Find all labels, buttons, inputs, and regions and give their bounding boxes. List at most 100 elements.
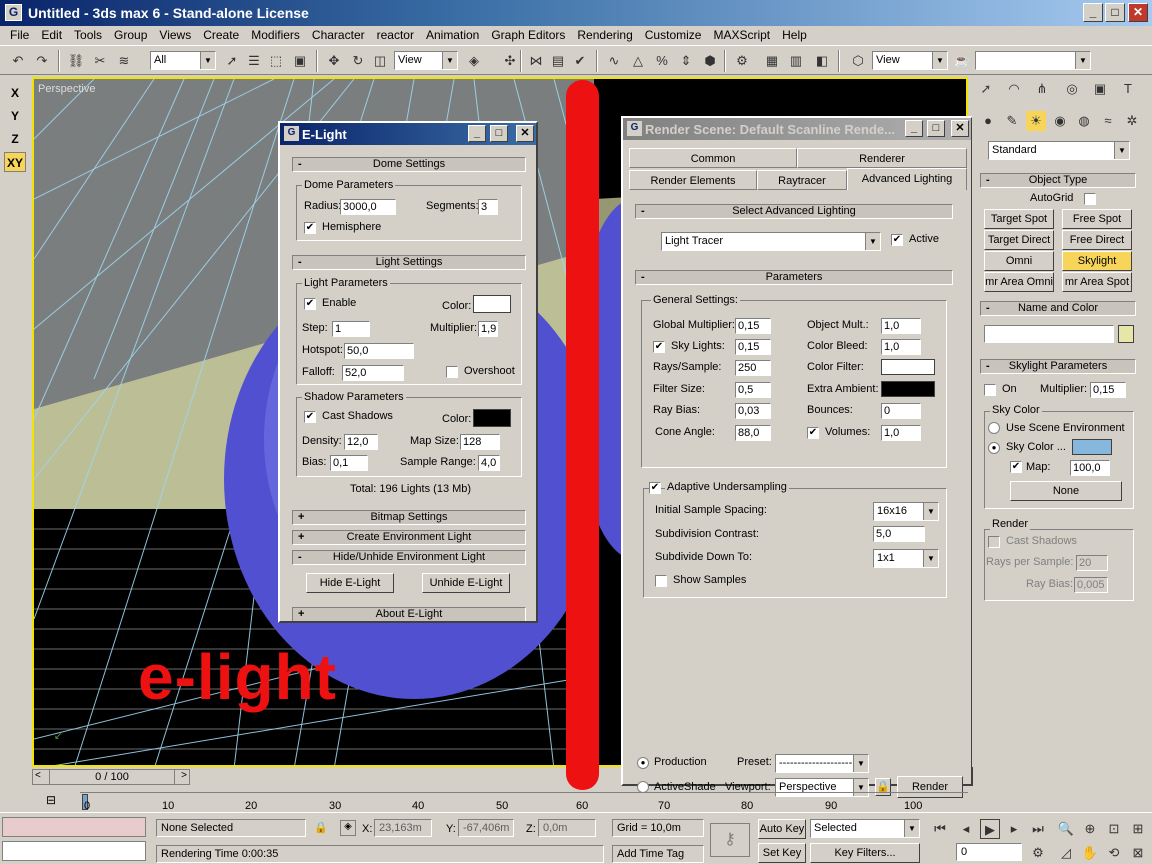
menu-reactor[interactable]: reactor [371, 28, 420, 42]
axis-y-button[interactable]: Y [4, 106, 26, 126]
extra-ambient-swatch[interactable] [881, 381, 935, 397]
falloff-spinner[interactable]: 52,0 [342, 365, 404, 381]
menu-character[interactable]: Character [306, 28, 371, 42]
sky-lights-checkbox[interactable]: ✔ [653, 341, 665, 353]
hemisphere-checkbox[interactable]: ✔ [304, 222, 316, 234]
layer-icon[interactable]: ✔ [570, 51, 590, 71]
align-icon[interactable]: ▤ [548, 51, 568, 71]
x-coordinate[interactable]: 23,163m [374, 819, 432, 837]
target-spot-button[interactable]: Target Spot [984, 209, 1054, 229]
density-spinner[interactable]: 12,0 [344, 434, 378, 450]
mr-area-spot-button[interactable]: mr Area Spot [1062, 272, 1132, 292]
menu-customize[interactable]: Customize [639, 28, 708, 42]
parameters-rollout[interactable]: - Parameters [635, 270, 953, 285]
named-sel-icon[interactable]: ⬢ [700, 51, 720, 71]
play-icon[interactable]: ▶ [980, 819, 1000, 839]
close-icon[interactable]: ✕ [951, 120, 969, 137]
name-color-rollout[interactable]: - Name and Color [980, 301, 1136, 316]
initial-spacing-dropdown[interactable]: 16x16 ▼ [873, 502, 939, 521]
lock-selection-icon[interactable]: 🔒 [314, 821, 328, 834]
shapes-icon[interactable]: ✎ [1002, 111, 1022, 131]
global-mult-spinner[interactable]: 0,15 [735, 318, 771, 334]
time-prev-icon[interactable]: < [35, 770, 41, 781]
absolute-mode-icon[interactable]: ◈ [340, 820, 356, 836]
light-color-swatch[interactable] [473, 295, 511, 313]
motion-tab-icon[interactable]: ◎ [1062, 79, 1082, 99]
auto-key-button[interactable]: Auto Key [758, 819, 806, 839]
snap-3d-icon[interactable]: ∿ [604, 51, 624, 71]
production-radio[interactable]: ● [637, 757, 649, 769]
min-max-toggle-icon[interactable]: ⊠ [1128, 843, 1148, 863]
modify-tab-icon[interactable]: ◠ [1004, 79, 1024, 99]
tab-raytracer[interactable]: Raytracer [757, 170, 847, 190]
sky-multiplier-spinner[interactable]: 0,15 [1090, 382, 1126, 398]
hierarchy-tab-icon[interactable]: ⋔ [1032, 79, 1052, 99]
dome-settings-rollout[interactable]: - Dome Settings [292, 157, 526, 172]
goto-end-icon[interactable]: ⏭ [1028, 819, 1048, 839]
menu-graph-editors[interactable]: Graph Editors [485, 28, 571, 42]
select-advanced-lighting-rollout[interactable]: - Select Advanced Lighting [635, 204, 953, 219]
set-key-button[interactable]: Set Key [758, 843, 806, 863]
menu-views[interactable]: Views [153, 28, 197, 42]
object-color-swatch[interactable] [1118, 325, 1134, 343]
prev-frame-icon[interactable]: ◂ [956, 819, 976, 839]
redo-icon[interactable]: ↷ [32, 51, 52, 71]
y-coordinate[interactable]: -67,406m [458, 819, 514, 837]
bias-spinner[interactable]: 0,1 [330, 455, 368, 471]
cameras-icon[interactable]: ◉ [1050, 111, 1070, 131]
curve-editor-icon[interactable]: ⚙ [732, 51, 752, 71]
about-rollout[interactable]: + About E-Light [292, 607, 526, 621]
maxscript-listener-mini[interactable] [2, 817, 146, 837]
close-icon[interactable]: ✕ [1128, 3, 1148, 22]
maximize-icon[interactable]: □ [490, 125, 508, 142]
minimize-icon[interactable]: _ [905, 120, 923, 137]
unlink-icon[interactable]: ✂ [90, 51, 110, 71]
window-crossing-icon[interactable]: ▣ [290, 51, 310, 71]
mapsize-spinner[interactable]: 128 [460, 434, 500, 450]
menu-group[interactable]: Group [108, 28, 153, 42]
menu-animation[interactable]: Animation [420, 28, 485, 42]
radius-spinner[interactable]: 3000,0 [340, 199, 396, 215]
key-icon[interactable]: ⚷ [710, 823, 750, 857]
current-frame-field[interactable]: 0 [956, 843, 1022, 861]
preset-dropdown[interactable]: -------------------- ▼ [775, 754, 869, 773]
map-none-button[interactable]: None [1010, 481, 1122, 501]
minimize-icon[interactable]: _ [1083, 3, 1103, 22]
undo-icon[interactable]: ↶ [8, 51, 28, 71]
ray-bias-spinner[interactable]: 0,03 [735, 403, 771, 419]
on-checkbox[interactable] [984, 384, 996, 396]
spinner-snap-icon[interactable]: ⇕ [676, 51, 696, 71]
create-env-light-rollout[interactable]: + Create Environment Light [292, 530, 526, 545]
z-coordinate[interactable]: 0,0m [538, 819, 596, 837]
axis-x-button[interactable]: X [4, 83, 26, 103]
key-filters-button[interactable]: Key Filters... [810, 843, 920, 863]
maximize-icon[interactable]: □ [927, 120, 945, 137]
sky-color-swatch[interactable] [1072, 439, 1112, 455]
object-name-field[interactable] [984, 325, 1114, 343]
minimize-icon[interactable]: _ [468, 125, 486, 142]
select-by-name-icon[interactable]: ☰ [244, 51, 264, 71]
utilities-tab-icon[interactable]: T [1118, 79, 1138, 99]
light-settings-rollout[interactable]: - Light Settings [292, 255, 526, 270]
map-amount-spinner[interactable]: 100,0 [1070, 460, 1110, 476]
active-checkbox[interactable]: ✔ [891, 234, 903, 246]
cone-angle-spinner[interactable]: 88,0 [735, 425, 771, 441]
menu-file[interactable]: File [4, 28, 35, 42]
menu-maxscript[interactable]: MAXScript [707, 28, 776, 42]
omni-button[interactable]: Omni [984, 251, 1054, 271]
subdivide-to-dropdown[interactable]: 1x1 ▼ [873, 549, 939, 568]
angle-snap-icon[interactable]: △ [628, 51, 648, 71]
bind-spacewarp-icon[interactable]: ≋ [114, 51, 134, 71]
sample-range-spinner[interactable]: 4,0 [478, 455, 500, 471]
ref-coord-dropdown[interactable]: View ▼ [394, 51, 458, 70]
tab-render-elements[interactable]: Render Elements [629, 170, 757, 190]
volumes-checkbox[interactable]: ✔ [807, 427, 819, 439]
sky-color-radio[interactable]: ● [988, 442, 1000, 454]
show-samples-checkbox[interactable] [655, 575, 667, 587]
fov-icon[interactable]: ◿ [1056, 843, 1076, 863]
scale-icon[interactable]: ◫ [370, 51, 390, 71]
maxscript-output-mini[interactable] [2, 841, 146, 861]
menu-modifiers[interactable]: Modifiers [245, 28, 306, 42]
volumes-spinner[interactable]: 1,0 [881, 425, 921, 441]
maximize-icon[interactable]: □ [1105, 3, 1125, 22]
